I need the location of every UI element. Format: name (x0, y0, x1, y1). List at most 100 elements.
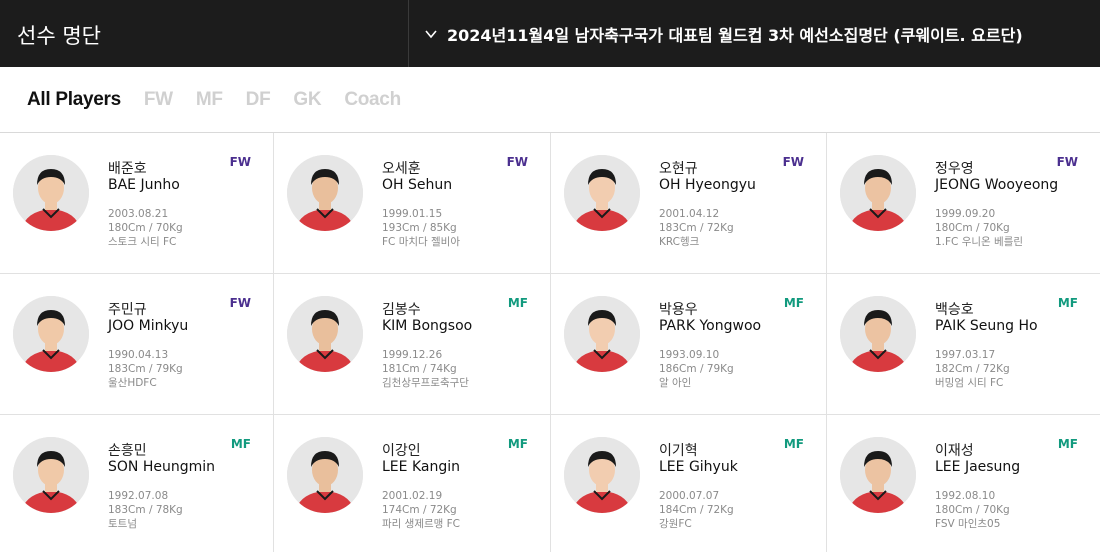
avatar (13, 437, 89, 513)
club-name: 버밍엄 시티 FC (935, 377, 1004, 389)
header-bar: 선수 명단 2024년11월4일 남자축구국가 대표팀 월드컵 3차 예선소집명… (0, 0, 1100, 67)
club-name: 1.FC 우니온 베를린 (935, 236, 1024, 248)
player-card[interactable]: 주민규 JOO Minkyu FW 1990.04.13 183Cm / 79Kg 울산H… (0, 274, 274, 415)
position-badge: MF (507, 296, 528, 310)
club-name: 알 아인 (659, 377, 692, 389)
page-title: 선수 명단 (0, 0, 409, 67)
player-card[interactable]: 백승호 PAIK Seung Ho MF 1997.03.17 182Cm / 72Kg… (827, 274, 1100, 415)
height-weight: 180Cm / 70Kg (935, 222, 1010, 234)
height-weight: 183Cm / 78Kg (108, 504, 183, 516)
position-badge: FW (506, 155, 528, 169)
player-photo (564, 437, 640, 513)
birth-date: 1997.03.17 (935, 349, 996, 361)
player-card[interactable]: 오세훈 OH Sehun FW 1999.01.15 193Cm / 85Kg FC 마치… (274, 133, 551, 274)
player-name-english: PAIK Seung Ho (935, 318, 1038, 334)
tab-fw[interactable]: FW (144, 89, 173, 111)
club-name: FC 마치다 젤비아 (382, 236, 461, 248)
club-name: KRC헹크 (659, 236, 700, 248)
player-name-english: LEE Gihyuk (659, 459, 738, 475)
player-photo (840, 296, 916, 372)
player-photo (13, 155, 89, 231)
club-name: 울산HDFC (108, 377, 157, 389)
birth-date: 1992.07.08 (108, 490, 169, 502)
position-badge: MF (1057, 437, 1078, 451)
height-weight: 174Cm / 72Kg (382, 504, 457, 516)
birth-date: 1999.09.20 (935, 208, 996, 220)
birth-date: 2001.04.12 (659, 208, 720, 220)
avatar (287, 296, 363, 372)
player-name-english: OH Sehun (382, 177, 453, 193)
player-name-english: BAE Junho (108, 177, 180, 193)
player-name-korean: 손흥민 (108, 443, 147, 459)
club-name: FSV 마인츠05 (935, 518, 1001, 530)
tab-coach[interactable]: Coach (344, 89, 401, 111)
player-card[interactable]: 손흥민 SON Heungmin MF 1992.07.08 183Cm / 78Kg 토… (0, 415, 274, 552)
player-card[interactable]: 김봉수 KIM Bongsoo MF 1999.12.26 181Cm / 74Kg 김천… (274, 274, 551, 415)
birth-date: 2003.08.21 (108, 208, 169, 220)
chevron-down-icon (425, 29, 437, 38)
player-name-korean: 배준호 (108, 161, 147, 177)
tab-gk[interactable]: GK (293, 89, 321, 111)
player-photo (564, 155, 640, 231)
position-badge: MF (783, 296, 804, 310)
avatar (13, 155, 89, 231)
player-card[interactable]: 배준호 BAE Junho FW 2003.08.21 180Cm / 70Kg 스토크 … (0, 133, 274, 274)
squad-selector-label: 2024년11월4일 남자축구국가 대표팀 월드컵 3차 예선소집명단 (쿠웨이… (447, 25, 1023, 45)
position-tabs: All Players FW MF DF GK Coach (0, 67, 1100, 133)
position-badge: MF (230, 437, 251, 451)
player-name-english: JOO Minkyu (108, 318, 189, 334)
squad-selector[interactable]: 2024년11월4일 남자축구국가 대표팀 월드컵 3차 예선소집명단 (쿠웨이… (409, 0, 1100, 67)
avatar (564, 296, 640, 372)
player-photo (13, 296, 89, 372)
position-badge: MF (783, 437, 804, 451)
position-badge: FW (1056, 155, 1078, 169)
player-photo (287, 296, 363, 372)
player-name-korean: 김봉수 (382, 302, 421, 318)
birth-date: 1999.12.26 (382, 349, 443, 361)
player-name-korean: 백승호 (935, 302, 974, 318)
player-name-korean: 이강인 (382, 443, 421, 459)
height-weight: 193Cm / 85Kg (382, 222, 457, 234)
player-name-korean: 주민규 (108, 302, 147, 318)
club-name: 스토크 시티 FC (108, 236, 177, 248)
avatar (564, 437, 640, 513)
player-name-english: PARK Yongwoo (659, 318, 762, 334)
height-weight: 183Cm / 79Kg (108, 363, 183, 375)
tab-mf[interactable]: MF (196, 89, 223, 111)
birth-date: 1999.01.15 (382, 208, 443, 220)
player-card[interactable]: 이강인 LEE Kangin MF 2001.02.19 174Cm / 72Kg 파리 … (274, 415, 551, 552)
player-photo (287, 437, 363, 513)
player-card[interactable]: 박용우 PARK Yongwoo MF 1993.09.10 186Cm / 79Kg 알… (551, 274, 827, 415)
height-weight: 180Cm / 70Kg (935, 504, 1010, 516)
tab-df[interactable]: DF (246, 89, 271, 111)
height-weight: 186Cm / 79Kg (659, 363, 734, 375)
birth-date: 1992.08.10 (935, 490, 996, 502)
position-badge: FW (229, 155, 251, 169)
height-weight: 184Cm / 72Kg (659, 504, 734, 516)
position-badge: FW (782, 155, 804, 169)
player-grid: 배준호 BAE Junho FW 2003.08.21 180Cm / 70Kg 스토크 … (0, 133, 1100, 552)
birth-date: 2000.07.07 (659, 490, 720, 502)
club-name: 토트넘 (108, 518, 137, 530)
avatar (840, 155, 916, 231)
player-card[interactable]: 정우영 JEONG Wooyeong FW 1999.09.20 180Cm / 70K… (827, 133, 1100, 274)
player-photo (840, 437, 916, 513)
player-card[interactable]: 이재성 LEE Jaesung MF 1992.08.10 180Cm / 70Kg FS… (827, 415, 1100, 552)
player-name-english: OH Hyeongyu (659, 177, 756, 193)
height-weight: 182Cm / 72Kg (935, 363, 1010, 375)
height-weight: 181Cm / 74Kg (382, 363, 457, 375)
height-weight: 180Cm / 70Kg (108, 222, 183, 234)
position-badge: MF (507, 437, 528, 451)
birth-date: 1990.04.13 (108, 349, 169, 361)
avatar (840, 296, 916, 372)
player-photo (287, 155, 363, 231)
player-card[interactable]: 이기혁 LEE Gihyuk MF 2000.07.07 184Cm / 72Kg 강원F… (551, 415, 827, 552)
player-name-english: SON Heungmin (108, 459, 216, 475)
player-name-korean: 박용우 (659, 302, 698, 318)
avatar (840, 437, 916, 513)
player-name-korean: 이기혁 (659, 443, 698, 459)
avatar (287, 155, 363, 231)
player-card[interactable]: 오현규 OH Hyeongyu FW 2001.04.12 183Cm / 72Kg KR… (551, 133, 827, 274)
player-photo (564, 296, 640, 372)
tab-all-players[interactable]: All Players (27, 89, 121, 111)
